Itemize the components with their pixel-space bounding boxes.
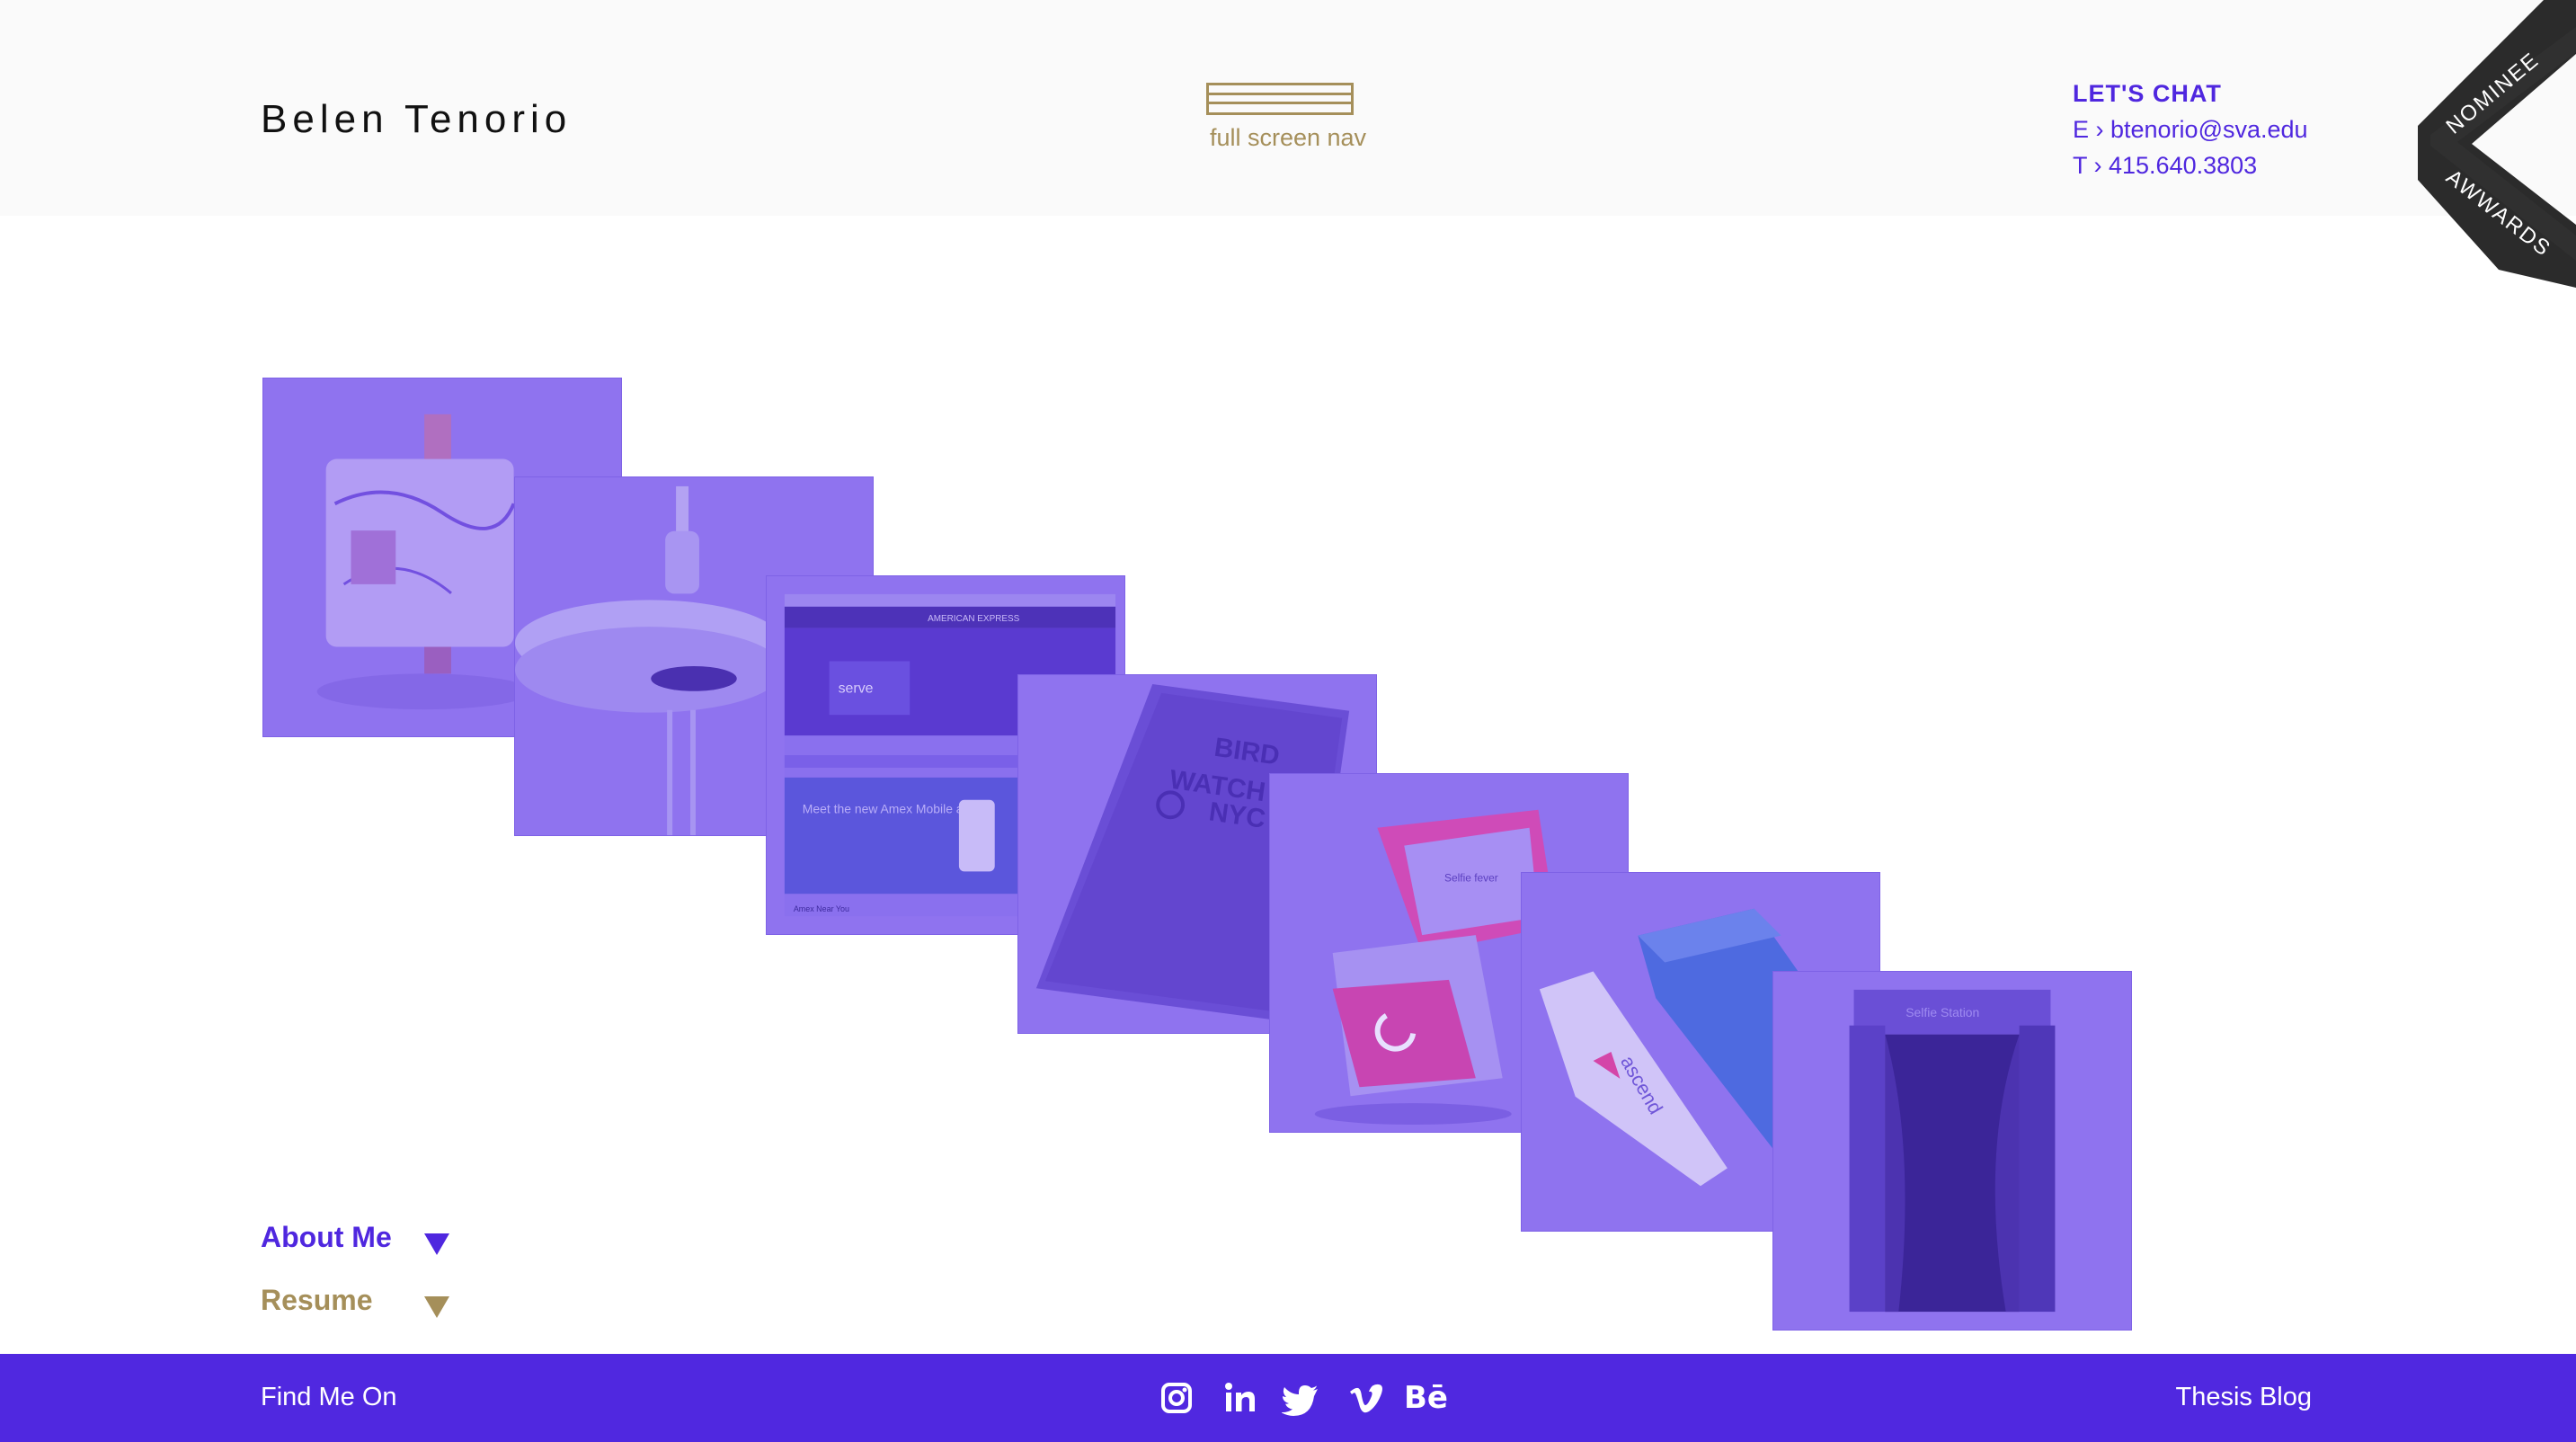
behance-icon[interactable]: Bē <box>1404 1377 1454 1419</box>
tile-booth[interactable]: Selfie Station <box>1772 971 2132 1331</box>
amex-sub-text: Meet the new Amex Mobile app <box>803 802 977 816</box>
instagram-icon[interactable] <box>1156 1377 1197 1419</box>
box-lid-text: Selfie fever <box>1444 871 1498 884</box>
booth-sign-text: Selfie Station <box>1905 1005 1979 1019</box>
awwards-nominee-ribbon[interactable]: NOMINEE AWWARDS <box>2409 0 2576 288</box>
contact-title: LET'S CHAT <box>2073 80 2222 107</box>
resume-toggle[interactable]: Resume <box>261 1284 449 1329</box>
amex-hero-text: serve <box>839 681 874 696</box>
vimeo-icon[interactable] <box>1345 1377 1386 1419</box>
amex-heading-text: AMERICAN EXPRESS <box>928 614 1020 624</box>
about-me-label: About Me <box>261 1221 392 1253</box>
thesis-blog-link[interactable]: Thesis Blog <box>2175 1383 2312 1412</box>
site-footer: Find Me On Bē Thesis Blog <box>0 1354 2576 1442</box>
linkedin-icon[interactable] <box>1219 1377 1260 1419</box>
find-me-on-label: Find Me On <box>261 1383 397 1411</box>
full-screen-nav-button[interactable]: full screen nav <box>1204 83 1372 156</box>
menu-label: full screen nav <box>1209 124 1367 151</box>
hamburger-icon <box>1206 83 1354 115</box>
about-me-toggle[interactable]: About Me <box>261 1221 449 1266</box>
site-title[interactable]: Belen Tenorio <box>261 97 572 142</box>
triangle-down-icon <box>424 1233 449 1255</box>
photo-booth-image: Selfie Station <box>1849 989 2056 1313</box>
phone-link[interactable]: T › 415.640.3803 <box>2073 152 2257 179</box>
site-header: Belen Tenorio full screen nav LET'S CHAT… <box>0 0 2576 216</box>
triangle-down-icon <box>424 1296 449 1318</box>
amex-footer-text: Amex Near You <box>794 904 849 913</box>
email-link[interactable]: E › btenorio@sva.edu <box>2073 116 2308 143</box>
resume-label: Resume <box>261 1284 373 1316</box>
contact-block: LET'S CHAT E › btenorio@sva.edu T › 415.… <box>2073 76 2308 183</box>
twitter-icon[interactable] <box>1281 1377 1323 1419</box>
